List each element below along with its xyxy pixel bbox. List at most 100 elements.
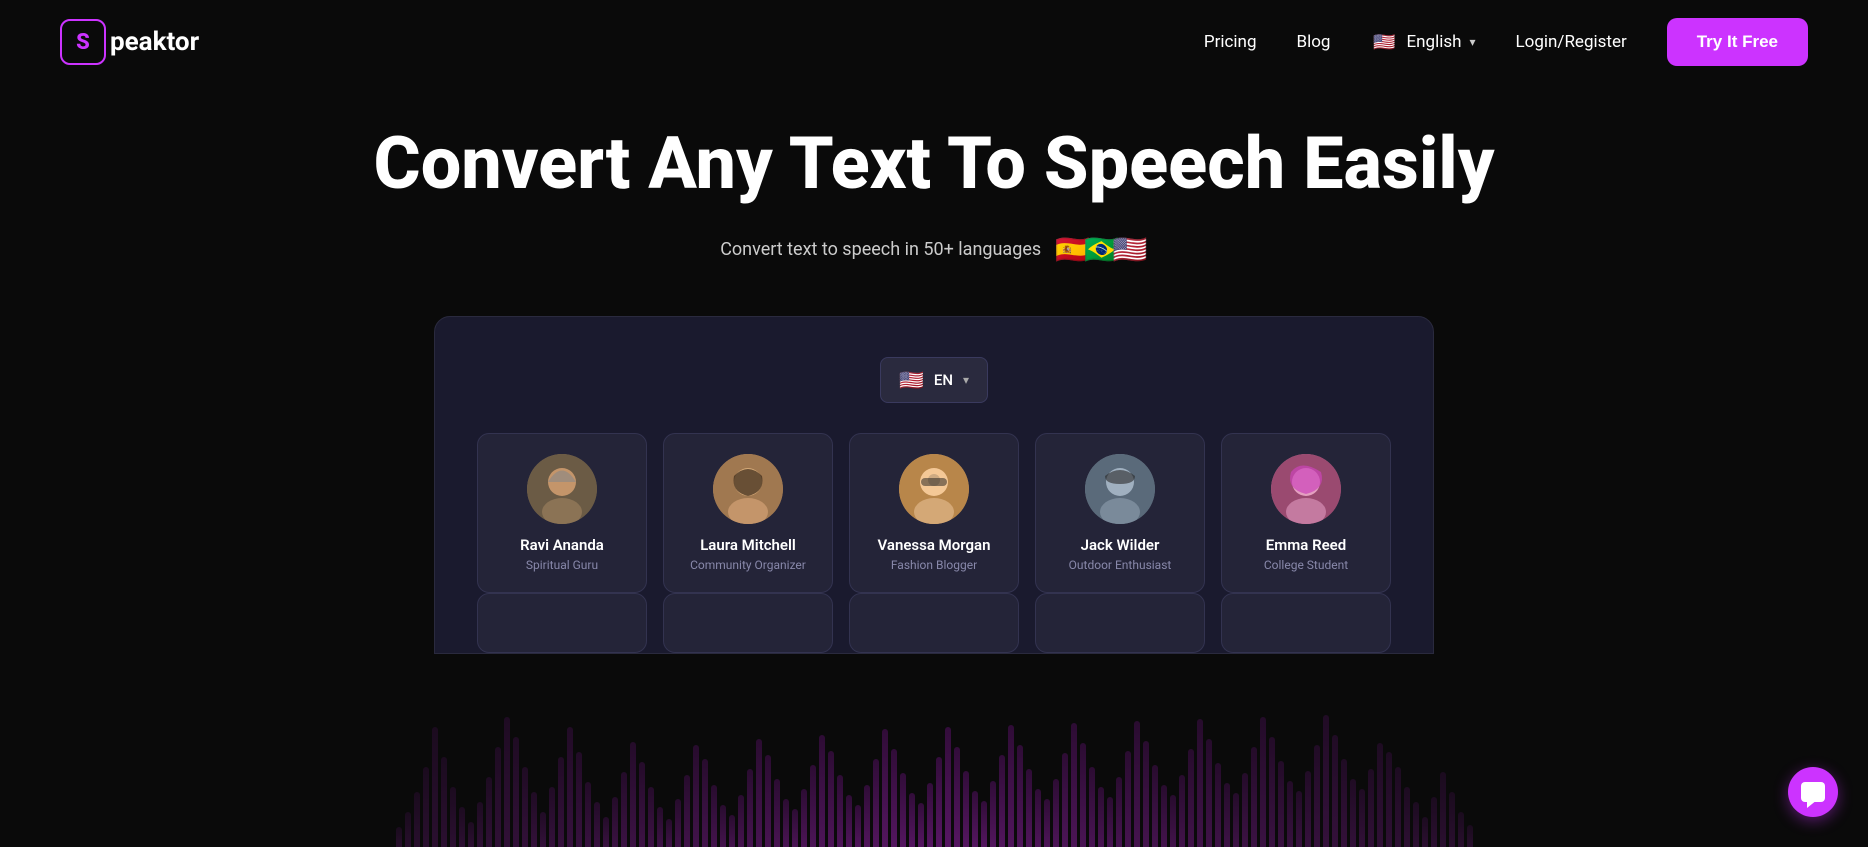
wave-bar	[891, 749, 897, 847]
chat-support-button[interactable]	[1788, 767, 1838, 817]
wave-bar	[729, 815, 735, 847]
wave-bar	[747, 769, 753, 847]
voice-name: Emma Reed	[1238, 536, 1374, 554]
wave-bar	[873, 759, 879, 847]
nav-blog[interactable]: Blog	[1297, 32, 1331, 52]
wave-bar	[1332, 735, 1338, 847]
wave-bar	[513, 737, 519, 847]
wave-bar	[1269, 737, 1275, 847]
voice-role: Spiritual Guru	[494, 558, 630, 572]
wave-bar	[639, 762, 645, 847]
wave-bar	[1179, 775, 1185, 847]
wave-bar	[1359, 789, 1365, 847]
wave-bar	[1323, 715, 1329, 847]
voice-card-emma-reed[interactable]: Emma Reed College Student	[1221, 433, 1391, 593]
wave-bar	[765, 755, 771, 847]
wave-bar	[864, 785, 870, 847]
voice-cards-row: Ravi Ananda Spiritual Guru Laura Mitchel…	[465, 433, 1403, 593]
hero-subtitle-text: Convert text to speech in 50+ languages	[720, 239, 1041, 260]
wave-bar	[792, 809, 798, 847]
partial-card-3[interactable]	[849, 593, 1019, 653]
partial-card-4[interactable]	[1035, 593, 1205, 653]
wave-bar	[1107, 797, 1113, 847]
wave-bar	[1242, 773, 1248, 847]
wave-bar	[990, 781, 996, 847]
voice-avatar	[899, 454, 969, 524]
wave-bar	[828, 751, 834, 847]
wave-bar	[801, 789, 807, 847]
wave-bar	[1206, 739, 1212, 847]
wave-bar	[531, 792, 537, 847]
partial-card-2[interactable]	[663, 593, 833, 653]
flag-us: 🇺🇸	[1113, 233, 1148, 266]
wave-bar	[1098, 787, 1104, 847]
voice-role: College Student	[1238, 558, 1374, 572]
wave-bar	[837, 775, 843, 847]
partial-card-5[interactable]	[1221, 593, 1391, 653]
wave-bar	[576, 752, 582, 847]
wave-bar	[819, 735, 825, 847]
wave-bar	[1287, 781, 1293, 847]
wave-bar	[1089, 767, 1095, 847]
wave-bar	[666, 819, 672, 847]
wave-bar	[1080, 743, 1086, 847]
voice-role: Fashion Blogger	[866, 558, 1002, 572]
wave-bar	[414, 792, 420, 847]
wave-bar	[684, 775, 690, 847]
wave-bar	[1170, 795, 1176, 847]
wave-bar	[468, 822, 474, 847]
wave-bar	[1116, 777, 1122, 847]
voice-name: Laura Mitchell	[680, 536, 816, 554]
voice-avatar	[1271, 454, 1341, 524]
wave-bar	[1341, 759, 1347, 847]
nav-login[interactable]: Login/Register	[1516, 32, 1627, 52]
wave-bar	[855, 805, 861, 847]
wave-bar	[999, 755, 1005, 847]
nav-language-selector[interactable]: 🇺🇸 English ▾	[1370, 28, 1475, 56]
voice-card-jack-wilder[interactable]: Jack Wilder Outdoor Enthusiast	[1035, 433, 1205, 593]
wave-bar	[1296, 791, 1302, 847]
wave-bar	[648, 787, 654, 847]
language-label: English	[1406, 32, 1461, 52]
wave-bar	[1017, 745, 1023, 847]
in-app-lang-label: EN	[934, 371, 953, 389]
wave-bar	[423, 767, 429, 847]
language-flags: 🇪🇸 🇧🇷 🇺🇸	[1055, 233, 1148, 266]
wave-bar	[396, 827, 402, 847]
wave-bar	[459, 807, 465, 847]
wave-bar	[1431, 797, 1437, 847]
voice-avatar	[713, 454, 783, 524]
wave-bar	[1305, 771, 1311, 847]
wave-bar	[702, 759, 708, 847]
wave-bar	[774, 779, 780, 847]
wave-bar	[567, 727, 573, 847]
wave-bar	[1458, 812, 1464, 847]
wave-bar	[675, 799, 681, 847]
wave-bar	[450, 787, 456, 847]
wave-bar	[558, 757, 564, 847]
wave-bar	[1044, 799, 1050, 847]
in-app-language-selector[interactable]: 🇺🇸 EN ▾	[880, 357, 988, 403]
wave-bar	[621, 772, 627, 847]
voice-avatar	[1085, 454, 1155, 524]
voice-card-laura-mitchell[interactable]: Laura Mitchell Community Organizer	[663, 433, 833, 593]
wave-bar	[909, 793, 915, 847]
wave-bar	[1440, 772, 1446, 847]
voice-card-ravi-ananda[interactable]: Ravi Ananda Spiritual Guru	[477, 433, 647, 593]
voice-card-vanessa-morgan[interactable]: Vanessa Morgan Fashion Blogger	[849, 433, 1019, 593]
logo[interactable]: S peaktor	[60, 19, 199, 65]
wave-bar	[1143, 741, 1149, 847]
wave-bar	[441, 757, 447, 847]
wave-bar	[1260, 717, 1266, 847]
wave-bar	[495, 747, 501, 847]
wave-bar	[504, 717, 510, 847]
nav-pricing[interactable]: Pricing	[1204, 32, 1257, 52]
wave-bar	[1008, 725, 1014, 847]
partial-card-1[interactable]	[477, 593, 647, 653]
wave-bar	[810, 765, 816, 847]
voice-name: Vanessa Morgan	[866, 536, 1002, 554]
language-flag: 🇺🇸	[1370, 28, 1398, 56]
try-free-button[interactable]: Try It Free	[1667, 18, 1808, 66]
wave-bar	[1386, 752, 1392, 847]
wave-bar	[936, 757, 942, 847]
